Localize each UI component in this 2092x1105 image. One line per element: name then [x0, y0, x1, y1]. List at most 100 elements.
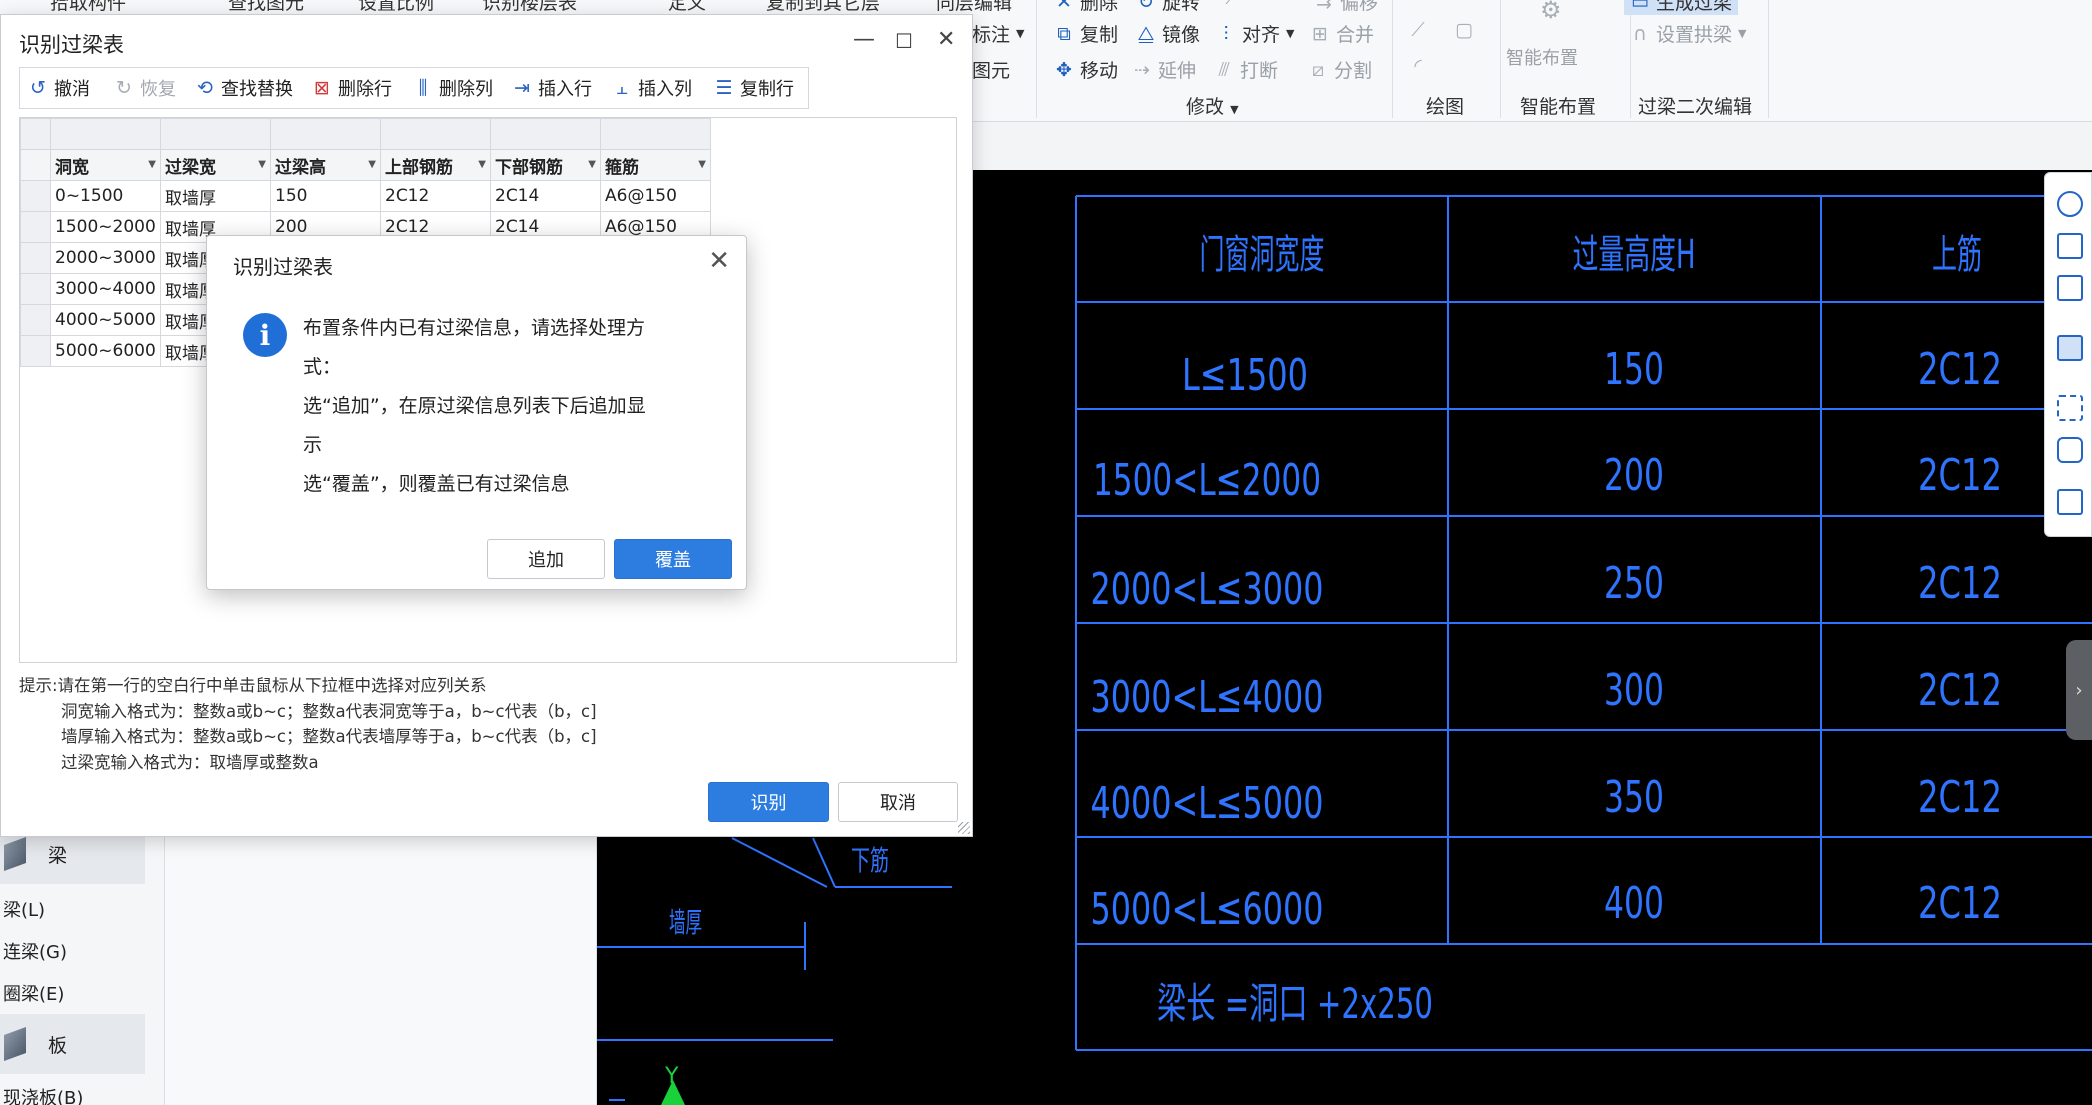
column-header-label: 过梁宽: [165, 157, 216, 178]
orbit-icon[interactable]: [2057, 191, 2083, 217]
resize-grip-icon[interactable]: [958, 822, 970, 834]
table-cell[interactable]: A6@150: [600, 180, 711, 212]
line-icon: ⟋: [1411, 19, 1425, 41]
mapping-cell[interactable]: [600, 118, 711, 150]
table-cell[interactable]: 1500~2000: [50, 211, 161, 243]
row-header: [20, 242, 51, 274]
dropdown-arrow-icon[interactable]: ▼: [478, 159, 486, 170]
table-cell[interactable]: 0~1500: [50, 180, 161, 212]
component-view-icon[interactable]: [2057, 437, 2083, 463]
layer-view-icon[interactable]: [2057, 489, 2083, 515]
table-cell[interactable]: 5000~6000: [50, 335, 161, 367]
cad-cell-height: 200: [1604, 450, 1664, 501]
row-header: [20, 335, 51, 367]
fit-view-icon[interactable]: [2057, 395, 2083, 421]
set-scale-button[interactable]: 设置比例: [358, 0, 434, 15]
recognize-button[interactable]: 识别: [708, 782, 829, 822]
trim-button[interactable]: ⟋: [1222, 0, 1242, 8]
dropdown-arrow-icon[interactable]: ▼: [148, 159, 156, 170]
recognize-floor-table-button[interactable]: 识别楼层表: [482, 0, 577, 15]
cube-icon[interactable]: [2057, 275, 2083, 301]
draw-rect-button[interactable]: ▢: [1454, 20, 1474, 40]
table-cell[interactable]: 150: [270, 180, 381, 212]
close-icon[interactable]: ✕: [708, 246, 730, 276]
cad-cell-top-bar: 2C12: [1918, 450, 2002, 501]
nav-item-coupling-beam[interactable]: 连梁(G): [3, 938, 67, 964]
column-header[interactable]: 过梁高 ▼: [270, 149, 381, 181]
nav-item-beam[interactable]: 梁(L): [3, 896, 45, 922]
append-button[interactable]: 追加: [487, 539, 605, 579]
merge-button[interactable]: ⊞ 合并: [1310, 20, 1374, 47]
dropdown-arrow-icon[interactable]: ▼: [368, 159, 376, 170]
define-button[interactable]: 定义: [668, 0, 706, 15]
align-button[interactable]: ⫶ 对齐 ▼: [1216, 20, 1295, 47]
column-header[interactable]: 箍筋 ▼: [600, 149, 711, 181]
maximize-icon[interactable]: ☐: [895, 29, 913, 53]
break-button[interactable]: ⫻ 打断: [1214, 56, 1278, 83]
nav-category-slab[interactable]: 板: [0, 1014, 145, 1074]
column-header-label: 上部钢筋: [385, 157, 453, 178]
arch-icon: ∩: [1633, 22, 1647, 45]
close-icon[interactable]: ✕: [937, 27, 955, 52]
dropdown-arrow-icon[interactable]: ▼: [258, 159, 266, 170]
table-cell[interactable]: 4000~5000: [50, 304, 161, 336]
column-header[interactable]: 下部钢筋 ▼: [490, 149, 601, 181]
copy-to-layer-button[interactable]: 复制到其它层: [766, 0, 880, 15]
mapping-cell[interactable]: [380, 118, 491, 150]
find-replace-button[interactable]: ⟲ 查找替换: [195, 68, 293, 108]
arc-icon: ◜: [1414, 55, 1422, 77]
insert-row-button[interactable]: ⇥ 插入行: [512, 68, 592, 108]
annotate-button[interactable]: 标注 ▼: [972, 20, 1024, 47]
rotate-button[interactable]: ↻ 旋转: [1136, 0, 1200, 15]
delete-row-button[interactable]: ⊠ 删除行: [312, 68, 392, 108]
insert-column-button[interactable]: ⫠ 插入列: [612, 68, 692, 108]
nav-item-cast-slab[interactable]: 现浇板(B): [3, 1084, 83, 1105]
table-cell[interactable]: 2C12: [380, 180, 491, 212]
side-panel-handle[interactable]: ›: [2066, 640, 2092, 740]
column-header[interactable]: 上部钢筋 ▼: [380, 149, 491, 181]
table-cell[interactable]: 2C14: [490, 180, 601, 212]
column-header[interactable]: 洞宽 ▼: [50, 149, 161, 181]
delete-column-button[interactable]: ⫼ 删除列: [413, 68, 493, 108]
set-arch-button[interactable]: ∩ 设置拱梁 ▼: [1630, 20, 1746, 47]
dropdown-arrow-icon[interactable]: ▼: [588, 159, 596, 170]
split-button[interactable]: ⧄ 分割: [1308, 56, 1372, 83]
cube-shaded-icon[interactable]: [2057, 335, 2083, 361]
smart-place-button[interactable]: ⚙ 智能布置: [1506, 0, 1578, 70]
offset-button[interactable]: ⇉ 偏移: [1314, 0, 1378, 15]
pick-component-button[interactable]: 拾取构件: [50, 0, 126, 15]
delete-button[interactable]: ✕ 删除: [1054, 0, 1118, 15]
overwrite-button[interactable]: 覆盖: [614, 539, 732, 579]
cad-label-bottom-bar: 下筋: [851, 844, 889, 877]
move-label: 移动: [1080, 60, 1119, 82]
element-button[interactable]: 图元: [972, 56, 1010, 83]
mapping-cell[interactable]: [50, 118, 161, 150]
nav-item-ring-beam[interactable]: 圈梁(E): [3, 980, 64, 1006]
view-3d-icon[interactable]: [2057, 233, 2083, 259]
table-cell[interactable]: 2000~3000: [50, 242, 161, 274]
copy-button[interactable]: ⧉ 复制: [1054, 20, 1118, 47]
column-header[interactable]: 过梁宽 ▼: [160, 149, 271, 181]
generate-lintel-button[interactable]: ▭ 生成过梁: [1624, 0, 1739, 15]
dropdown-arrow-icon[interactable]: ▼: [698, 159, 706, 170]
cad-formula: 梁长 =洞口 +2x250: [1157, 979, 1433, 1028]
same-layer-edit-button[interactable]: 同层编辑: [936, 0, 1012, 15]
draw-line-button[interactable]: ⟋: [1408, 20, 1428, 40]
move-button[interactable]: ✥ 移动: [1054, 56, 1118, 83]
table-cell[interactable]: 取墙厚: [160, 180, 271, 212]
cancel-button[interactable]: 取消: [838, 782, 958, 822]
table-cell[interactable]: 3000~4000: [50, 273, 161, 305]
column-header-label: 过梁高: [275, 157, 326, 178]
mirror-button[interactable]: ⧋ 镜像: [1136, 20, 1201, 47]
mapping-cell[interactable]: [270, 118, 381, 150]
copy-row-button[interactable]: ☰ 复制行: [714, 68, 794, 108]
cad-label-wall: 墙厚: [669, 906, 702, 939]
extend-button[interactable]: ⇢ 延伸: [1132, 56, 1196, 83]
mapping-cell[interactable]: [490, 118, 601, 150]
redo-button[interactable]: ↻ 恢复: [114, 68, 176, 108]
mapping-cell[interactable]: [160, 118, 271, 150]
find-element-button[interactable]: 查找图元: [228, 0, 304, 15]
minimize-icon[interactable]: —: [853, 27, 875, 52]
undo-button[interactable]: ↺ 撤消: [28, 68, 90, 108]
draw-arc-button[interactable]: ◜: [1408, 56, 1428, 76]
